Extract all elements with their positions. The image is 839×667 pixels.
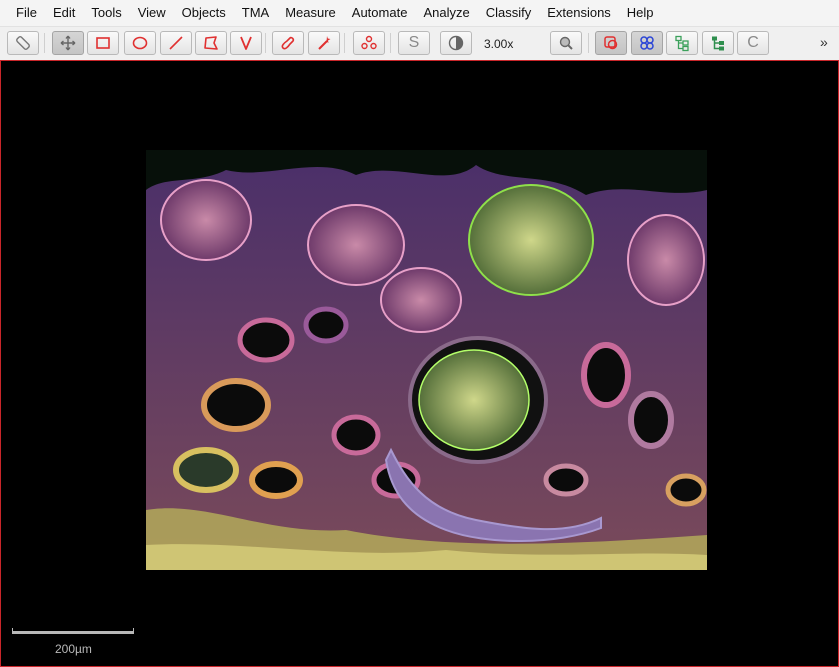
line-tool-button[interactable] (160, 31, 192, 55)
brush-tool-button[interactable] (272, 31, 304, 55)
channel-icon: C (747, 34, 759, 51)
tissue-image (146, 150, 707, 570)
polyline-icon (240, 36, 252, 50)
tissue-image-render (146, 150, 707, 570)
toolbar-separator (390, 33, 391, 53)
contrast-icon (448, 35, 464, 51)
brightness-contrast-icon: S (408, 34, 420, 51)
polygon-tool-button[interactable] (195, 31, 227, 55)
zoom-to-fit-button[interactable] (550, 31, 582, 55)
menu-classify[interactable]: Classify (478, 0, 540, 25)
brush-icon (281, 36, 295, 50)
points-tool-button[interactable] (353, 31, 385, 55)
menu-tools[interactable]: Tools (83, 0, 129, 25)
measure-tool-button[interactable] (7, 31, 39, 55)
toolbar-overflow-button[interactable]: » (820, 34, 828, 50)
move-tool-button[interactable] (52, 31, 84, 55)
show-annotations-button[interactable] (595, 31, 627, 55)
menu-edit[interactable]: Edit (45, 0, 83, 25)
menu-bar: File Edit Tools View Objects TMA Measure… (0, 0, 839, 25)
toolbar-separator (344, 33, 345, 53)
toolbar-separator (265, 33, 266, 53)
wand-tool-button[interactable] (308, 31, 340, 55)
magic-wand-icon (318, 36, 331, 50)
fill-detections-button[interactable] (702, 31, 734, 55)
points-icon (361, 35, 377, 50)
rectangle-tool-button[interactable] (87, 31, 119, 55)
polygon-icon (204, 36, 218, 50)
ellipse-icon (132, 36, 148, 50)
tma-grid-icon (640, 36, 654, 50)
ellipse-tool-button[interactable] (124, 31, 156, 55)
channel-viewer-button[interactable]: C (737, 31, 769, 55)
rectangle-icon (96, 37, 110, 49)
filled-detections-icon (712, 36, 724, 51)
image-viewer[interactable]: 200µm (0, 60, 839, 667)
move-icon (60, 35, 76, 51)
annotations-icon (604, 36, 618, 50)
show-tma-grid-button[interactable] (631, 31, 663, 55)
menu-objects[interactable]: Objects (174, 0, 234, 25)
detections-hierarchy-icon (675, 35, 689, 52)
menu-tma[interactable]: TMA (234, 0, 277, 25)
menu-extensions[interactable]: Extensions (539, 0, 619, 25)
brightness-contrast-button[interactable]: S (398, 31, 430, 55)
menu-help[interactable]: Help (619, 0, 662, 25)
toolbar: S 3.00x C » (0, 26, 839, 61)
contrast-button[interactable] (440, 31, 472, 55)
polyline-tool-button[interactable] (230, 31, 262, 55)
menu-file[interactable]: File (0, 0, 45, 25)
menu-automate[interactable]: Automate (344, 0, 416, 25)
line-icon (169, 36, 183, 50)
menu-analyze[interactable]: Analyze (415, 0, 477, 25)
toolbar-separator (44, 33, 45, 53)
menu-view[interactable]: View (130, 0, 174, 25)
toolbar-separator (588, 33, 589, 53)
menu-measure[interactable]: Measure (277, 0, 344, 25)
ruler-icon (16, 36, 30, 50)
scale-bar-label: 200µm (55, 642, 92, 656)
zoom-level: 3.00x (484, 37, 514, 51)
show-detections-button[interactable] (666, 31, 698, 55)
scale-bar (12, 628, 134, 634)
magnifier-icon (559, 36, 573, 50)
